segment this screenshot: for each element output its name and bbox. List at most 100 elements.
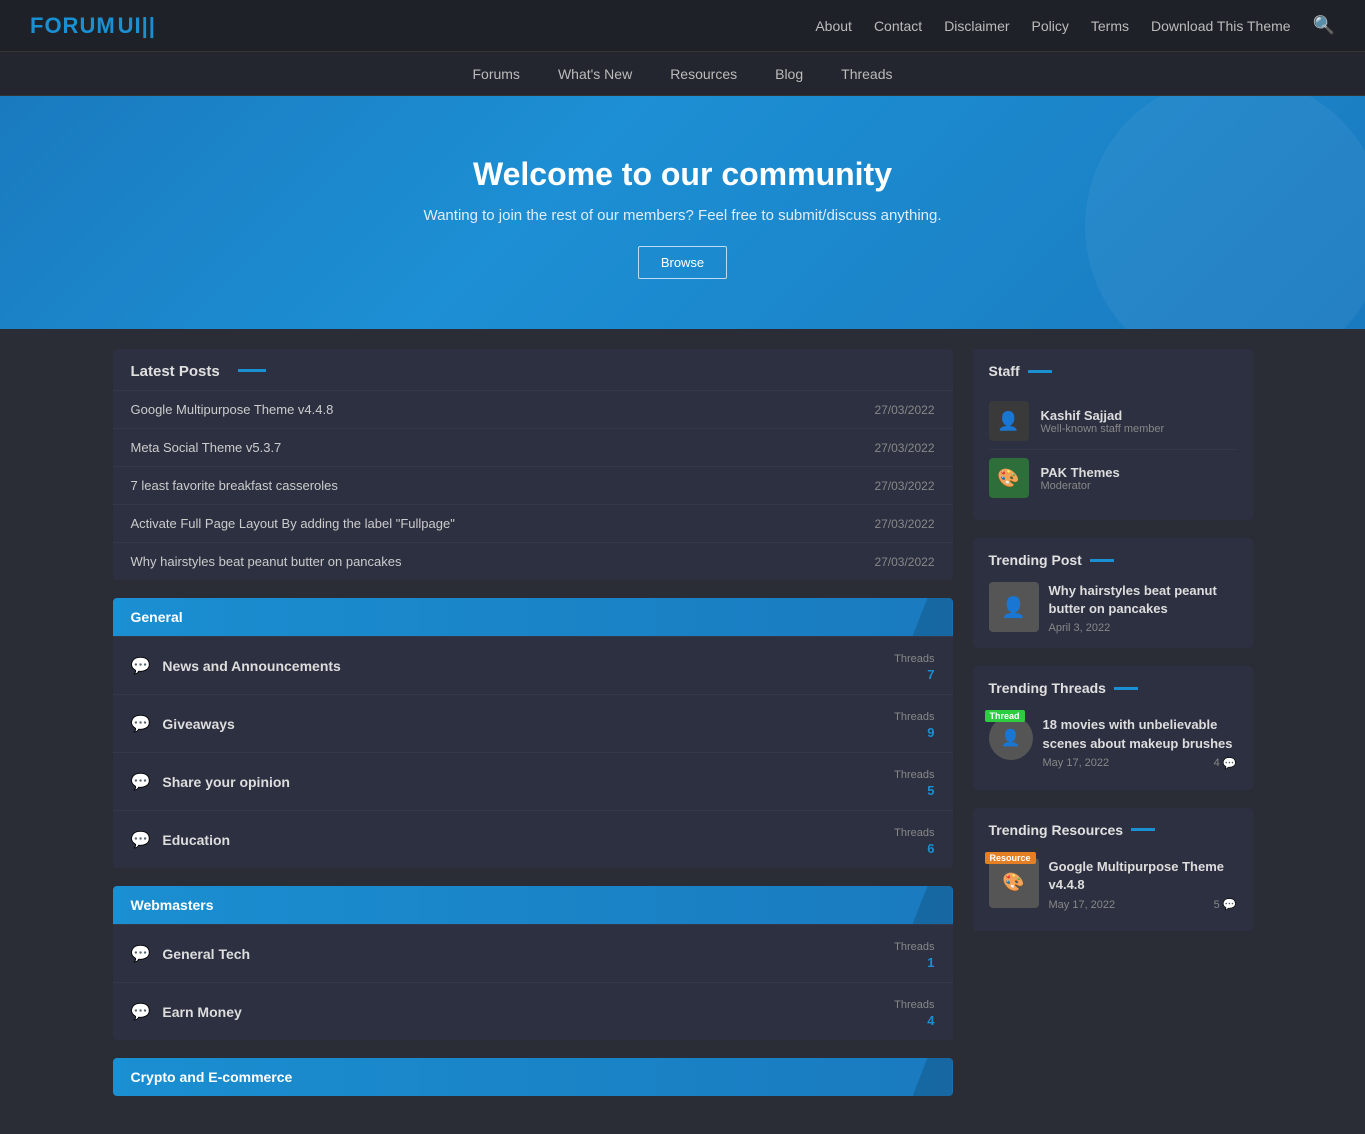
nav-terms[interactable]: Terms (1091, 18, 1129, 34)
resource-date: May 17, 2022 (1049, 899, 1116, 911)
post-row: Google Multipurpose Theme v4.4.8 27/03/2… (113, 390, 953, 428)
nav-policy[interactable]: Policy (1032, 18, 1069, 34)
latest-posts-section: Latest Posts Google Multipurpose Theme v… (113, 349, 953, 580)
staff-role: Moderator (1041, 480, 1120, 492)
post-link[interactable]: Google Multipurpose Theme v4.4.8 (131, 402, 334, 417)
search-icon[interactable]: 🔍 (1313, 15, 1335, 36)
staff-item: 👤 Kashif Sajjad Well-known staff member (989, 393, 1237, 450)
staff-name[interactable]: Kashif Sajjad (1041, 408, 1165, 423)
forum-name[interactable]: Share your opinion (162, 774, 290, 790)
site-logo: FORUMUI|| (30, 13, 156, 39)
post-link[interactable]: Meta Social Theme v5.3.7 (131, 440, 282, 455)
trending-post-section: Trending Post 👤 Why hairstyles beat pean… (973, 538, 1253, 648)
forum-stats: Threads 6 (894, 823, 934, 856)
staff-section: Staff 👤 Kashif Sajjad Well-known staff m… (973, 349, 1253, 520)
trending-threads-accent (1114, 687, 1138, 690)
webmasters-cat-title: Webmasters (131, 897, 214, 913)
staff-name[interactable]: PAK Themes (1041, 465, 1120, 480)
resource-title[interactable]: Google Multipurpose Theme v4.4.8 (1049, 858, 1237, 894)
trending-post-thumb: 👤 (989, 582, 1039, 632)
staff-info: PAK Themes Moderator (1041, 465, 1120, 492)
forum-stats: Threads 1 (894, 937, 934, 970)
post-date: 27/03/2022 (874, 517, 934, 531)
trending-threads-title: Trending Threads (989, 680, 1237, 696)
nav-download-theme[interactable]: Download This Theme (1151, 18, 1291, 34)
threads-label: Threads (894, 711, 934, 723)
hero-section: Welcome to our community Wanting to join… (0, 96, 1365, 329)
trending-post-info: Why hairstyles beat peanut butter on pan… (1049, 582, 1237, 634)
resource-info: Google Multipurpose Theme v4.4.8 May 17,… (1049, 858, 1237, 911)
forum-left: 💬 Education (131, 830, 231, 850)
post-link[interactable]: Activate Full Page Layout By adding the … (131, 516, 455, 531)
nav-resources[interactable]: Resources (666, 54, 741, 94)
nav-threads[interactable]: Threads (837, 54, 896, 94)
avatar: 👤 (989, 401, 1029, 441)
nav-disclaimer[interactable]: Disclaimer (944, 18, 1009, 34)
general-cat-title: General (131, 609, 183, 625)
logo-accent: UI|| (118, 13, 156, 38)
trending-post-item: 👤 Why hairstyles beat peanut butter on p… (989, 582, 1237, 634)
post-row: Meta Social Theme v5.3.7 27/03/2022 (113, 428, 953, 466)
post-link[interactable]: 7 least favorite breakfast casseroles (131, 478, 338, 493)
post-row: Why hairstyles beat peanut butter on pan… (113, 542, 953, 580)
latest-posts-accent (238, 369, 266, 372)
staff-role: Well-known staff member (1041, 423, 1165, 435)
forum-left: 💬 General Tech (131, 944, 251, 964)
staff-info: Kashif Sajjad Well-known staff member (1041, 408, 1165, 435)
logo-text: FORUM (30, 13, 116, 38)
post-date: 27/03/2022 (874, 479, 934, 493)
avatar: 🎨 (989, 458, 1029, 498)
forum-row: 💬 General Tech Threads 1 (113, 924, 953, 982)
threads-label: Threads (894, 653, 934, 665)
post-date: 27/03/2022 (874, 441, 934, 455)
threads-label: Threads (894, 999, 934, 1011)
threads-label: Threads (894, 941, 934, 953)
crypto-cat-header: Crypto and E-commerce (113, 1058, 953, 1096)
trending-post-text[interactable]: Why hairstyles beat peanut butter on pan… (1049, 582, 1237, 618)
forum-name[interactable]: News and Announcements (162, 658, 340, 674)
post-link[interactable]: Why hairstyles beat peanut butter on pan… (131, 554, 402, 569)
post-row: Activate Full Page Layout By adding the … (113, 504, 953, 542)
forum-icon: 💬 (131, 714, 151, 734)
resource-badge: Resource (985, 852, 1036, 864)
nav-whats-new[interactable]: What's New (554, 54, 636, 94)
forum-name[interactable]: Earn Money (162, 1004, 241, 1020)
thread-title[interactable]: 18 movies with unbelievable scenes about… (1043, 716, 1237, 752)
nav-about[interactable]: About (815, 18, 852, 34)
staff-title: Staff (989, 363, 1237, 379)
forum-name[interactable]: General Tech (162, 946, 250, 962)
nav-contact[interactable]: Contact (874, 18, 922, 34)
trending-post-accent (1090, 559, 1114, 562)
browse-button[interactable]: Browse (638, 246, 727, 279)
thread-thumb: Thread 👤 (989, 716, 1033, 760)
nav-forums[interactable]: Forums (468, 54, 523, 94)
right-column: Staff 👤 Kashif Sajjad Well-known staff m… (973, 349, 1253, 1114)
forum-row: 💬 Giveaways Threads 9 (113, 694, 953, 752)
latest-posts-header: Latest Posts (113, 349, 953, 390)
forum-icon: 💬 (131, 830, 151, 850)
threads-count: 4 (894, 1013, 934, 1028)
threads-count: 5 (894, 783, 934, 798)
forum-row: 💬 News and Announcements Threads 7 (113, 636, 953, 694)
thread-badge: Thread (985, 710, 1025, 722)
hero-subtitle: Wanting to join the rest of our members?… (20, 207, 1345, 224)
top-nav: FORUMUI|| About Contact Disclaimer Polic… (0, 0, 1365, 52)
left-column: Latest Posts Google Multipurpose Theme v… (113, 349, 953, 1114)
general-category: General 💬 News and Announcements Threads… (113, 598, 953, 868)
forum-name[interactable]: Education (162, 832, 230, 848)
staff-item: 🎨 PAK Themes Moderator (989, 450, 1237, 506)
crypto-cat-title: Crypto and E-commerce (131, 1069, 293, 1085)
trending-threads-section: Trending Threads Thread 👤 18 movies with… (973, 666, 1253, 789)
post-row: 7 least favorite breakfast casseroles 27… (113, 466, 953, 504)
forum-left: 💬 Earn Money (131, 1002, 242, 1022)
thread-date: May 17, 2022 (1043, 757, 1110, 769)
nav-blog[interactable]: Blog (771, 54, 807, 94)
trending-post-date: April 3, 2022 (1049, 622, 1237, 634)
forum-name[interactable]: Giveaways (162, 716, 234, 732)
threads-label: Threads (894, 769, 934, 781)
threads-count: 7 (894, 667, 934, 682)
thread-info: 18 movies with unbelievable scenes about… (1043, 716, 1237, 769)
forum-stats: Threads 5 (894, 765, 934, 798)
trending-resources-section: Trending Resources Resource 🎨 Google Mul… (973, 808, 1253, 931)
forum-icon: 💬 (131, 656, 151, 676)
